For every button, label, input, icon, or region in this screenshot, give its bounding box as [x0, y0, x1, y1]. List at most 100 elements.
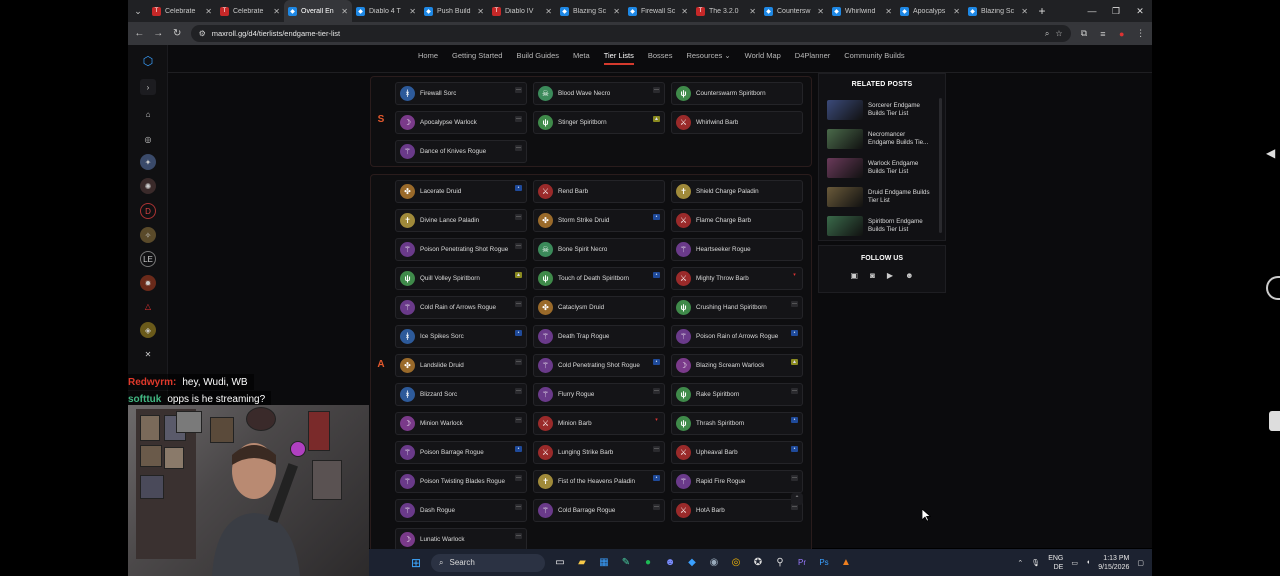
- volume-icon[interactable]: ◖: [1086, 559, 1090, 566]
- browser-tab[interactable]: T Diablo IV ✕: [488, 0, 556, 22]
- calendar-icon[interactable]: ▦: [593, 552, 615, 574]
- expand-chevron-icon[interactable]: ›: [140, 79, 156, 95]
- game-icon-3[interactable]: ✧: [140, 227, 156, 243]
- scroll-up-button[interactable]: ⌃: [791, 493, 803, 505]
- maximize-icon[interactable]: ❐: [1104, 0, 1128, 22]
- tier-entry-a[interactable]: ☠ Bone Spirit Necro: [533, 238, 665, 261]
- premiere-icon[interactable]: Pr: [791, 552, 813, 574]
- tab-close-icon[interactable]: ✕: [953, 7, 960, 16]
- tier-entry-a[interactable]: ⚚ Cold Penetrating Shot Rogue •: [533, 354, 665, 377]
- instagram-icon[interactable]: ◙: [870, 271, 875, 280]
- tier-entry-a[interactable]: ψ Quill Volley Spiritborn ▲: [395, 267, 527, 290]
- browser-tab[interactable]: ◆ Firewall Sc ✕: [624, 0, 692, 22]
- nav-item[interactable]: Build Guides: [516, 51, 559, 65]
- related-scrollbar[interactable]: [939, 98, 942, 233]
- tier-entry-a[interactable]: ✝ Shield Charge Paladin: [671, 180, 803, 203]
- zoom-icon[interactable]: ⌕: [1045, 29, 1049, 39]
- tier-entry-a[interactable]: ψ Crushing Hand Spiritborn —: [671, 296, 803, 319]
- tab-close-icon[interactable]: ✕: [477, 7, 484, 16]
- tier-entry-a[interactable]: ☽ Lunatic Warlock —: [395, 528, 527, 551]
- tab-close-icon[interactable]: ✕: [205, 7, 212, 16]
- tier-entry-s[interactable]: ⚚ Dance of Knives Rogue —: [395, 140, 527, 163]
- browser-tab[interactable]: ◆ Countersw ✕: [760, 0, 828, 22]
- tab-close-icon[interactable]: ✕: [341, 7, 348, 16]
- tier-entry-s[interactable]: ⚔ Whirlwind Barb: [671, 111, 803, 134]
- tier-entry-s[interactable]: ☠ Blood Wave Necro —: [533, 82, 665, 105]
- browser-tab[interactable]: ◆ Whirlwind ✕: [828, 0, 896, 22]
- tier-entry-s[interactable]: ψ Counterswarm Spiritborn: [671, 82, 803, 105]
- tier-entry-a[interactable]: ⚔ Lunging Strike Barb —: [533, 441, 665, 464]
- windows-start-icon[interactable]: ⊞: [405, 552, 427, 574]
- discord-icon[interactable]: ☻: [905, 271, 913, 280]
- twitch-icon[interactable]: ▣: [851, 271, 859, 280]
- tier-entry-a[interactable]: ⚚ Flurry Rogue —: [533, 383, 665, 406]
- tier-entry-a[interactable]: ⚚ Poison Twisting Blades Rogue —: [395, 470, 527, 493]
- browser-menu-icon[interactable]: ⋮: [1135, 28, 1146, 39]
- tier-entry-a[interactable]: ψ Thrash Spiritborn •: [671, 412, 803, 435]
- tray-chevron-icon[interactable]: ⌃: [1017, 559, 1023, 567]
- tab-close-icon[interactable]: ✕: [613, 7, 620, 16]
- reload-icon[interactable]: ↻: [172, 28, 183, 39]
- maxroll-logo-icon[interactable]: ⬡: [140, 53, 156, 69]
- tier-entry-a[interactable]: ⚚ Poison Rain of Arrows Rogue •: [671, 325, 803, 348]
- chrome-icon[interactable]: ◎: [725, 552, 747, 574]
- tier-entry-a[interactable]: ⚔ Rend Barb: [533, 180, 665, 203]
- nav-item[interactable]: World Map: [745, 51, 781, 65]
- home-icon[interactable]: ⌂: [140, 106, 156, 122]
- youtube-icon[interactable]: ▶: [887, 271, 893, 280]
- tier-entry-a[interactable]: ᚼ Blizzard Sorc —: [395, 383, 527, 406]
- nav-item[interactable]: Tier Lists: [603, 51, 634, 65]
- browser-tab[interactable]: ◆ Blazing Sc ✕: [556, 0, 624, 22]
- tier-entry-a[interactable]: ⚔ Mighty Throw Barb ▾: [671, 267, 803, 290]
- extensions-icon[interactable]: ⧉: [1079, 28, 1090, 39]
- tab-close-icon[interactable]: ✕: [681, 7, 688, 16]
- tier-entry-a[interactable]: ☽ Blazing Scream Warlock ▲: [671, 354, 803, 377]
- language-indicator[interactable]: ENG DE: [1048, 554, 1063, 572]
- gamepad-icon[interactable]: ◎: [140, 131, 156, 147]
- back-icon[interactable]: ←: [134, 28, 145, 39]
- microphone-icon[interactable]: 🎙: [1031, 559, 1040, 567]
- nav-item[interactable]: Home: [418, 51, 438, 65]
- tier-entry-a[interactable]: ψ Rake Spiritborn —: [671, 383, 803, 406]
- tier-entry-s[interactable]: ψ Stinger Spiritborn ▲: [533, 111, 665, 134]
- side-tab-icon[interactable]: [1269, 411, 1280, 431]
- nav-item[interactable]: Resources ⌄: [686, 51, 730, 65]
- taskbar-search[interactable]: ⌕ Search: [431, 553, 545, 572]
- photoshop-icon[interactable]: Ps: [813, 552, 835, 574]
- game-icon-5[interactable]: △: [140, 298, 156, 314]
- app-icon-3[interactable]: ⚲: [769, 552, 791, 574]
- app-icon-1[interactable]: ◆: [681, 552, 703, 574]
- related-post[interactable]: Druid Endgame Builds Tier List: [827, 185, 939, 209]
- tier-entry-a[interactable]: ⚔ HotA Barb —: [671, 499, 803, 522]
- tier-entry-a[interactable]: ψ Touch of Death Spiritborn •: [533, 267, 665, 290]
- game-icon-6[interactable]: ◈: [140, 322, 156, 338]
- browser-tab[interactable]: T The 3.2.0 ✕: [692, 0, 760, 22]
- tier-entry-a[interactable]: ⚚ Cold Rain of Arrows Rogue —: [395, 296, 527, 319]
- notification-icon[interactable]: ▢: [1137, 559, 1144, 567]
- side-arrow-icon[interactable]: ◀: [1266, 146, 1275, 160]
- tier-entry-a[interactable]: ⚔ Minion Barb ▾: [533, 412, 665, 435]
- media-icon[interactable]: ≡: [1097, 29, 1108, 39]
- tab-close-icon[interactable]: ✕: [273, 7, 280, 16]
- related-post[interactable]: Necromancer Endgame Builds Tie...: [827, 127, 939, 151]
- tab-close-icon[interactable]: ✕: [1021, 7, 1028, 16]
- side-panel-icon[interactable]: [1266, 276, 1280, 300]
- vlc-icon[interactable]: ▲: [835, 552, 857, 574]
- tab-close-icon[interactable]: ✕: [409, 7, 416, 16]
- app-icon-2[interactable]: ✪: [747, 552, 769, 574]
- discord-taskbar-icon[interactable]: ☻: [659, 552, 681, 574]
- tab-close-icon[interactable]: ✕: [749, 7, 756, 16]
- address-bar[interactable]: ⚙ maxroll.gg/d4/tierlists/endgame-tier-l…: [190, 25, 1071, 42]
- game-icon-2[interactable]: ✺: [140, 178, 156, 194]
- nav-item[interactable]: Meta: [573, 51, 590, 65]
- related-post[interactable]: Warlock Endgame Builds Tier List: [827, 156, 939, 180]
- related-post[interactable]: Spiritborn Endgame Builds Tier List: [827, 214, 939, 238]
- tab-close-icon[interactable]: ✕: [885, 7, 892, 16]
- tier-entry-s[interactable]: ☽ Apocalypse Warlock —: [395, 111, 527, 134]
- browser-tab[interactable]: T Celebrate ✕: [216, 0, 284, 22]
- tier-entry-a[interactable]: ✝ Divine Lance Paladin —: [395, 209, 527, 232]
- tier-entry-a[interactable]: ⚚ Dash Rogue —: [395, 499, 527, 522]
- task-view-icon[interactable]: ▭: [549, 552, 571, 574]
- tier-entry-a[interactable]: ⚚ Cold Barrage Rogue —: [533, 499, 665, 522]
- steam-icon[interactable]: ◉: [703, 552, 725, 574]
